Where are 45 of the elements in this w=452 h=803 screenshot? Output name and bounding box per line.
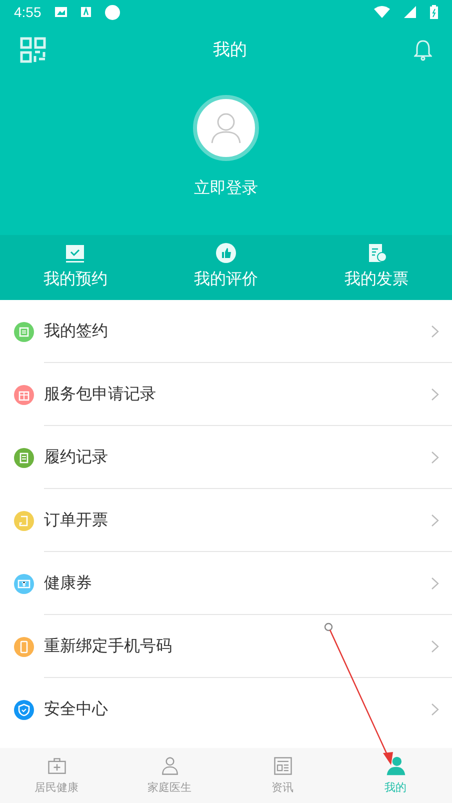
newspaper-icon (272, 754, 294, 777)
status-time: 4:55 (14, 2, 42, 22)
battery-icon (430, 5, 438, 19)
nav-tab[interactable]: 居民健康 (0, 748, 113, 803)
login-link[interactable]: 立即登录 (194, 177, 258, 201)
circle-icon (105, 4, 120, 20)
menu-item[interactable]: 重新绑定手机号码 (0, 615, 452, 678)
menu-item[interactable]: 履约记录 (0, 426, 452, 489)
nav-tab[interactable]: 资讯 (226, 748, 339, 803)
menu-item[interactable]: 服务包申请记录 (0, 363, 452, 426)
menu-item[interactable]: 订单开票 (0, 489, 452, 552)
chevron-right-icon (431, 640, 439, 653)
menu-label: 订单开票 (44, 510, 109, 530)
chevron-right-icon (431, 577, 439, 590)
notification-bell-icon[interactable] (414, 39, 432, 61)
shortcut-label[interactable]: 我的评价 (194, 268, 258, 292)
thumbs-up-icon (216, 243, 236, 263)
image-icon (55, 6, 68, 18)
user-silhouette-icon (211, 112, 241, 144)
chevron-right-icon (431, 703, 439, 716)
chevron-right-icon (431, 514, 439, 527)
menu-item[interactable]: 安全中心 (0, 678, 452, 741)
qr-code-icon[interactable] (20, 37, 46, 63)
shortcut-label[interactable]: 我的发票 (344, 268, 409, 292)
menu-label: 安全中心 (44, 700, 109, 720)
page-title: 我的 (213, 39, 247, 62)
chevron-right-icon (431, 325, 439, 338)
menu-label: 履约记录 (44, 448, 109, 468)
menu-label: 健康券 (44, 574, 93, 594)
wifi-icon (374, 6, 390, 18)
menu-label: 服务包申请记录 (44, 384, 157, 404)
nav-tab[interactable]: 我的 (339, 748, 452, 803)
nav-tab[interactable]: 家庭医生 (113, 748, 226, 803)
chevron-right-icon (431, 388, 439, 401)
invoice-icon (366, 243, 387, 263)
signal-icon (404, 6, 416, 18)
menu-item[interactable]: 我的签约 (0, 300, 452, 363)
font-icon (81, 7, 92, 17)
menu-label: 重新绑定手机号码 (44, 636, 173, 656)
shortcut-label[interactable]: 我的预约 (43, 268, 108, 292)
menu-label: 我的签约 (44, 322, 109, 342)
calendar-check-icon (65, 243, 86, 263)
chevron-right-icon (431, 451, 439, 464)
menu-item[interactable]: 健康券 (0, 552, 452, 615)
person-icon (384, 754, 406, 777)
